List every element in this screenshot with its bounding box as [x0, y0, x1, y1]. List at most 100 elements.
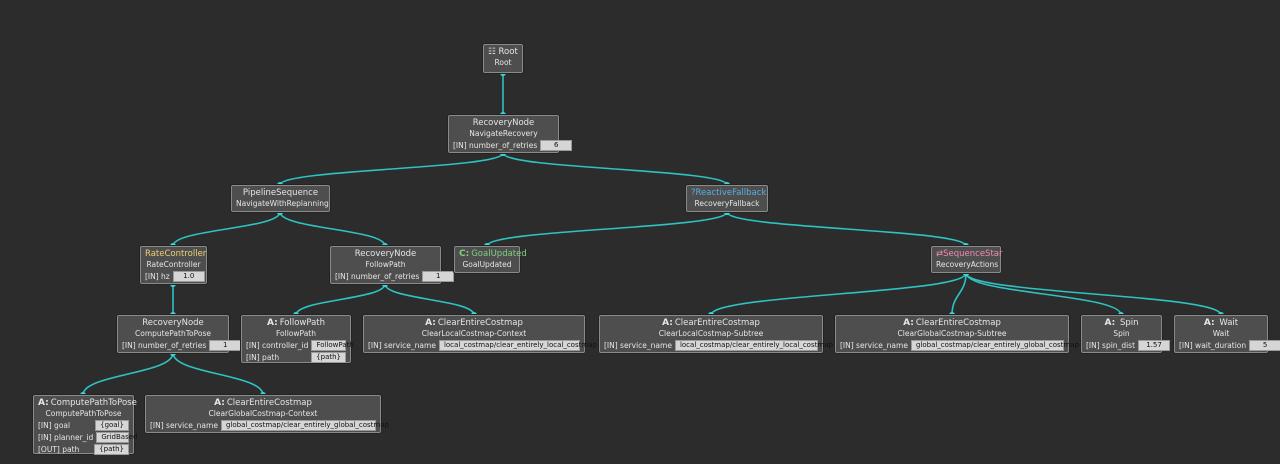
- node-name: NavigateWithReplanning: [236, 199, 329, 208]
- tree-edge: [502, 152, 728, 186]
- port-row: [IN] service_name local_costmap/clear_en…: [604, 340, 833, 351]
- node-title: ComputePathToPose: [50, 398, 137, 408]
- node-title: GoalUpdated: [471, 249, 527, 259]
- node-name: Root: [494, 58, 512, 67]
- port-value[interactable]: FollowPath: [311, 340, 354, 351]
- node-followpath-action[interactable]: A: FollowPath FollowPath [IN] controller_…: [241, 315, 354, 363]
- node-goal-updated[interactable]: C: GoalUpdated GoalUpdated: [454, 246, 527, 273]
- tree-edge: [384, 283, 475, 316]
- tree-edge: [279, 152, 504, 186]
- port-value[interactable]: {path}: [311, 352, 346, 363]
- port-value[interactable]: 1.0: [172, 271, 205, 282]
- port-row: [IN] controller_id FollowPath: [246, 340, 354, 351]
- node-sequence-star[interactable]: ⇄SequenceStar RecoveryActions: [931, 246, 1003, 273]
- node-followpath-recovery[interactable]: RecoveryNode FollowPath [IN] number_of_r…: [330, 246, 455, 284]
- port-value[interactable]: global_costmap/clear_entirely_global_cos…: [910, 340, 1079, 351]
- port-row: [IN] spin_dist 1.57: [1086, 340, 1171, 351]
- node-title: ClearEntireCostmap: [674, 318, 760, 328]
- node-spin[interactable]: A: Spin Spin [IN] spin_dist 1.57: [1081, 315, 1171, 353]
- node-reactive-fallback[interactable]: ?ReactiveFallback RecoveryFallback: [686, 185, 768, 212]
- node-title: RateController: [145, 249, 207, 259]
- node-root[interactable]: ☷ Root Root: [483, 44, 523, 73]
- port-value[interactable]: 1.57: [1138, 340, 1171, 351]
- node-title: Spin: [1119, 318, 1139, 328]
- tree-edge: [279, 211, 386, 247]
- node-name: FollowPath: [365, 260, 406, 269]
- port-label: [IN] planner_id: [38, 432, 94, 442]
- port-label: [IN] service_name: [840, 340, 908, 350]
- action-badge: A:: [903, 318, 914, 328]
- port-value[interactable]: 5: [1249, 340, 1280, 351]
- node-title: SequenceStar: [943, 249, 1003, 259]
- node-name: ClearLocalCostmap-Subtree: [658, 329, 764, 338]
- tree-icon: ☷: [488, 47, 496, 57]
- tree-edge: [726, 211, 967, 247]
- node-clear-local-context[interactable]: A: ClearEntireCostmap ClearLocalCostmap-C…: [363, 315, 597, 353]
- node-wait[interactable]: A: Wait Wait [IN] wait_duration 5: [1174, 315, 1280, 353]
- node-clear-global-subtree[interactable]: A: ClearEntireCostmap ClearGlobalCostmap-…: [835, 315, 1079, 353]
- port-label: [IN] hz: [145, 271, 170, 281]
- port-value[interactable]: {path}: [94, 444, 129, 455]
- action-badge: A:: [1203, 318, 1215, 328]
- port-label: [IN] service_name: [604, 340, 672, 350]
- port-value[interactable]: GridBased: [96, 432, 138, 443]
- port-label: [IN] path: [246, 352, 280, 362]
- port-row: [IN] service_name global_costmap/clear_e…: [840, 340, 1079, 351]
- node-title: ClearEntireCostmap: [437, 318, 523, 328]
- node-title: RecoveryNode: [354, 249, 417, 259]
- node-name: ClearGlobalCostmap-Context: [208, 409, 318, 418]
- tree-edge: [172, 211, 281, 247]
- port-row: [IN] path {path}: [246, 352, 346, 363]
- node-pipeline-sequence[interactable]: PipelineSequence NavigateWithReplanning: [231, 185, 330, 212]
- port-label: [IN] spin_dist: [1086, 340, 1136, 350]
- port-value[interactable]: local_costmap/clear_entirely_local_costm…: [438, 340, 597, 351]
- tree-edge: [486, 211, 728, 247]
- port-label: [IN] controller_id: [246, 340, 309, 350]
- action-badge: A:: [38, 398, 49, 408]
- port-row: [IN] goal {goal}: [38, 420, 129, 431]
- port-label: [OUT] path: [38, 444, 80, 454]
- port-label: [IN] wait_duration: [1179, 340, 1247, 350]
- node-name: NavigateRecovery: [469, 129, 538, 138]
- node-title: Wait: [1219, 318, 1239, 328]
- node-navigate-recovery[interactable]: RecoveryNode NavigateRecovery [IN] numbe…: [448, 115, 573, 153]
- node-title: ReactiveFallback: [695, 188, 767, 198]
- node-title: PipelineSequence: [242, 188, 319, 198]
- tree-edge: [295, 283, 386, 316]
- node-clear-local-subtree[interactable]: A: ClearEntireCostmap ClearLocalCostmap-S…: [599, 315, 833, 353]
- node-name: FollowPath: [275, 329, 316, 338]
- node-compute-action[interactable]: A: ComputePathToPose ComputePathToPose [I…: [33, 395, 138, 455]
- port-row: [OUT] path {path}: [38, 444, 129, 455]
- node-name: ComputePathToPose: [135, 329, 211, 338]
- node-name: Wait: [1212, 329, 1230, 338]
- node-name: GoalUpdated: [462, 260, 512, 269]
- action-badge: A:: [425, 318, 436, 328]
- port-value[interactable]: 6: [540, 140, 573, 151]
- port-value[interactable]: {goal}: [95, 420, 129, 431]
- port-value[interactable]: 1: [422, 271, 455, 282]
- action-badge: A:: [266, 318, 278, 328]
- node-name: ClearLocalCostmap-Context: [421, 329, 527, 338]
- port-value[interactable]: 1: [209, 340, 242, 351]
- node-title: ClearEntireCostmap: [915, 318, 1001, 328]
- port-label: [IN] service_name: [150, 420, 218, 430]
- node-rate-controller[interactable]: RateController RateController [IN] hz 1.…: [140, 246, 207, 284]
- port-value[interactable]: global_costmap/clear_entirely_global_cos…: [220, 420, 389, 431]
- node-title: ClearEntireCostmap: [226, 398, 312, 408]
- port-row: [IN] number_of_retries 1: [122, 340, 242, 351]
- node-name: RecoveryFallback: [694, 199, 760, 208]
- port-label: [IN] number_of_retries: [335, 271, 420, 281]
- port-row: [IN] hz 1.0: [145, 271, 205, 282]
- port-row: [IN] wait_duration 5: [1179, 340, 1280, 351]
- port-row: [IN] number_of_retries 1: [335, 271, 455, 282]
- port-label: [IN] number_of_retries: [453, 140, 538, 150]
- port-row: [IN] number_of_retries 6: [453, 140, 573, 151]
- port-label: [IN] number_of_retries: [122, 340, 207, 350]
- node-title: Root: [498, 47, 518, 57]
- port-label: [IN] goal: [38, 420, 71, 430]
- tree-edge: [710, 272, 967, 316]
- node-compute-recovery[interactable]: RecoveryNode ComputePathToPose [IN] numb…: [117, 315, 242, 353]
- node-clear-global-context[interactable]: A: ClearEntireCostmap ClearGlobalCostmap-…: [145, 395, 389, 433]
- port-value[interactable]: local_costmap/clear_entirely_local_costm…: [674, 340, 833, 351]
- port-row: [IN] service_name local_costmap/clear_en…: [368, 340, 597, 351]
